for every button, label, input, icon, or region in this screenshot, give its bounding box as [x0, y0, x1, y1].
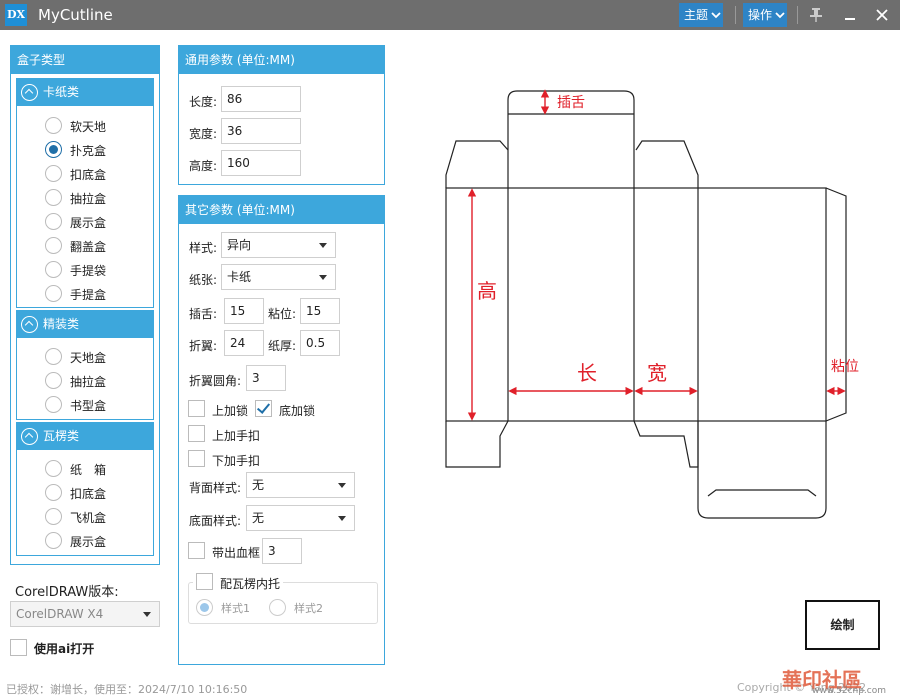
top-dust-flap-left [445, 140, 509, 188]
top-dust-flap-right [635, 140, 699, 188]
body-outline [445, 187, 827, 422]
tuck-dim-label: 插舌 [557, 95, 585, 111]
bottom-lock-tab [707, 489, 817, 497]
glue-flap [825, 187, 847, 422]
height-dim-label: 高 [477, 279, 497, 303]
width-dim-label: 宽 [647, 361, 667, 385]
length-dim-label: 长 [577, 361, 597, 385]
watermark-url: www.52cnp.com [812, 686, 887, 696]
draw-button[interactable]: 绘制 [805, 600, 880, 650]
glue-dim-label: 粘位 [831, 359, 859, 375]
bottom-dust-flap-left [445, 420, 509, 468]
dieline-diagram: 插舌 高 长 宽 粘位 [445, 89, 859, 519]
license-status: 已授权：谢增长，使用至：2024/7/10 10:16:50 [6, 683, 248, 696]
bottom-lock-panel [697, 421, 827, 519]
bottom-dust-flap-right [633, 420, 699, 468]
